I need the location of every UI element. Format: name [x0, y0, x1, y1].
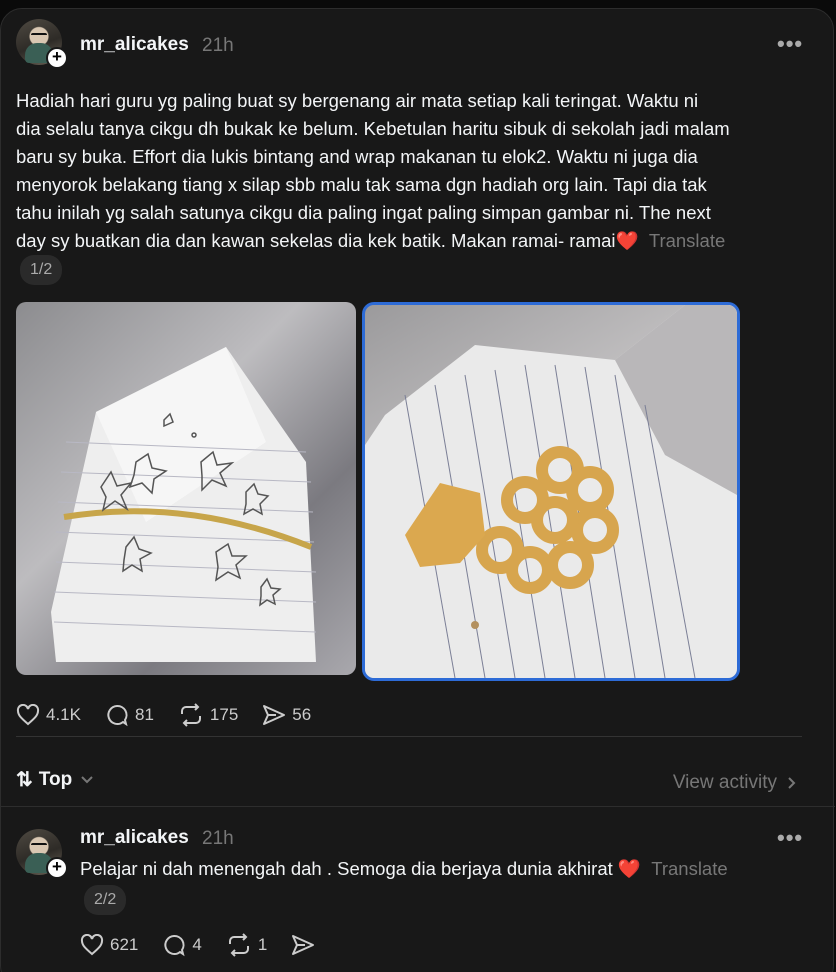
translate-link[interactable]: Translate [651, 858, 727, 879]
more-icon[interactable]: ••• [777, 825, 803, 851]
repost-icon [228, 933, 249, 957]
comment-icon [164, 935, 185, 957]
post-text: Hadiah hari guru yg paling buat sy berge… [16, 90, 730, 251]
follow-plus-icon[interactable]: + [46, 47, 68, 69]
chevron-right-icon [788, 777, 796, 789]
divider [16, 736, 802, 737]
heart-icon [80, 934, 104, 956]
follow-plus-icon[interactable]: + [46, 857, 68, 879]
comment-count: 4 [192, 935, 202, 954]
reply-text: Pelajar ni dah menengah dah . Semoga dia… [80, 858, 728, 879]
share-icon [292, 935, 315, 955]
thread-index-badge: 2/2 [84, 885, 127, 915]
post-username[interactable]: mr_alicakes [80, 34, 189, 56]
sort-dropdown[interactable]: ⇅ Top [16, 767, 94, 792]
post-time: 21h [202, 35, 234, 56]
chevron-down-icon [81, 775, 93, 783]
post-actions: 4.1K 81 175 56 [16, 699, 335, 731]
avatar[interactable]: + [16, 19, 68, 69]
translate-link[interactable]: Translate [649, 230, 725, 251]
sort-icon: ⇅ [16, 769, 33, 791]
comment-button[interactable]: 81 [105, 703, 154, 727]
comment-count: 81 [134, 705, 154, 724]
photo-kuih-loyang[interactable] [362, 302, 740, 681]
comment-button[interactable]: 4 [162, 933, 202, 957]
reply-time: 21h [202, 828, 234, 849]
like-count: 4.1K [46, 705, 81, 724]
share-button[interactable] [291, 934, 321, 956]
like-count: 621 [110, 935, 139, 954]
thread-card: + mr_alicakes 21h ••• Hadiah hari guru y… [0, 8, 835, 972]
view-activity-link[interactable]: View activity [673, 772, 797, 794]
share-count: 56 [292, 705, 312, 724]
reply-username[interactable]: mr_alicakes [80, 827, 189, 849]
share-button[interactable]: 56 [262, 704, 311, 726]
repost-button[interactable]: 1 [226, 933, 267, 957]
comment-icon [107, 705, 128, 727]
sort-label: Top [38, 768, 73, 790]
photo-wrapped-gift[interactable] [16, 302, 356, 675]
reply-avatar[interactable]: + [16, 829, 68, 879]
more-icon[interactable]: ••• [777, 31, 803, 57]
share-icon [263, 705, 286, 725]
repost-count: 175 [209, 705, 239, 724]
like-button[interactable]: 4.1K [16, 704, 81, 726]
like-button[interactable]: 621 [80, 934, 138, 956]
repost-icon [180, 703, 201, 727]
section-divider [1, 806, 835, 807]
repost-count: 1 [257, 935, 268, 954]
thread-index-badge: 1/2 [20, 255, 63, 285]
reply-actions: 621 4 1 [80, 929, 345, 961]
heart-icon [16, 704, 40, 726]
repost-button[interactable]: 175 [178, 703, 238, 727]
